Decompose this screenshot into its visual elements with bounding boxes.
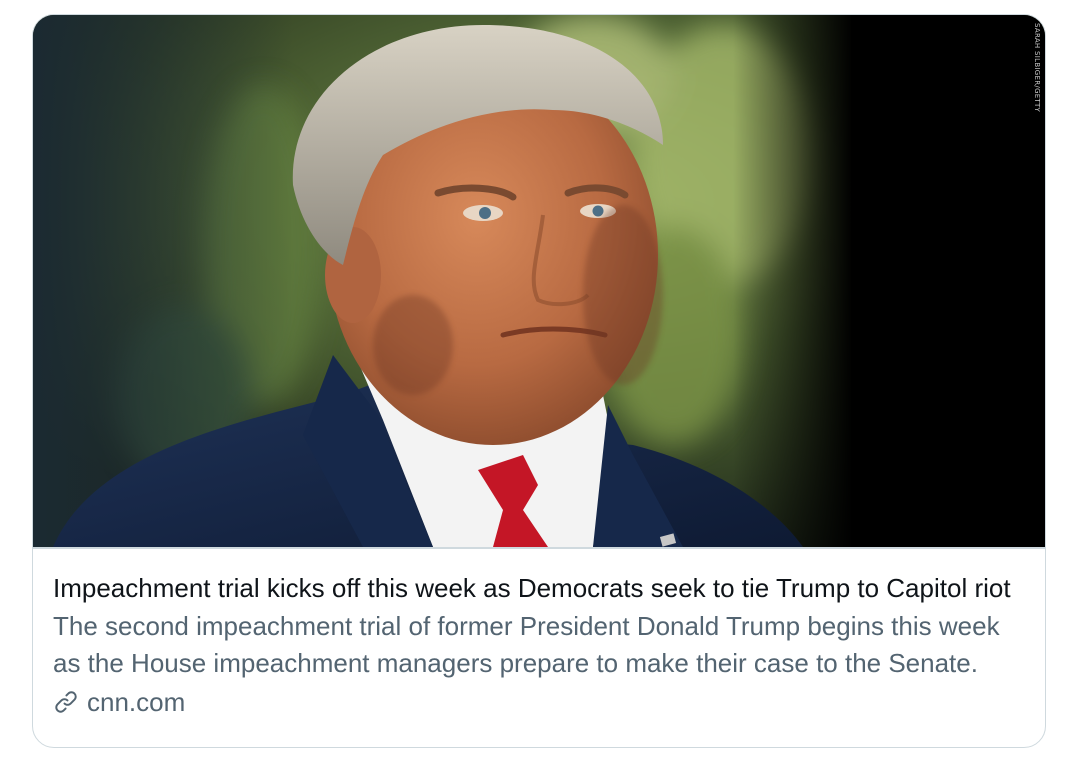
card-image[interactable]: SARAH SILBIGER/GETTY xyxy=(33,15,1045,547)
card-domain: cnn.com xyxy=(87,686,186,717)
card-divider xyxy=(33,547,1045,549)
link-icon xyxy=(53,689,79,715)
portrait-photo xyxy=(33,15,1045,547)
card-text-area[interactable]: Impeachment trial kicks off this week as… xyxy=(53,571,1025,720)
photo-credit: SARAH SILBIGER/GETTY xyxy=(1033,23,1041,113)
card-title: Impeachment trial kicks off this week as… xyxy=(53,573,1011,603)
card-description: The second impeachment trial of former P… xyxy=(53,611,1000,678)
link-preview-card[interactable]: SARAH SILBIGER/GETTY Impeachment trial k… xyxy=(32,14,1046,748)
card-domain-row: cnn.com xyxy=(53,684,1025,720)
